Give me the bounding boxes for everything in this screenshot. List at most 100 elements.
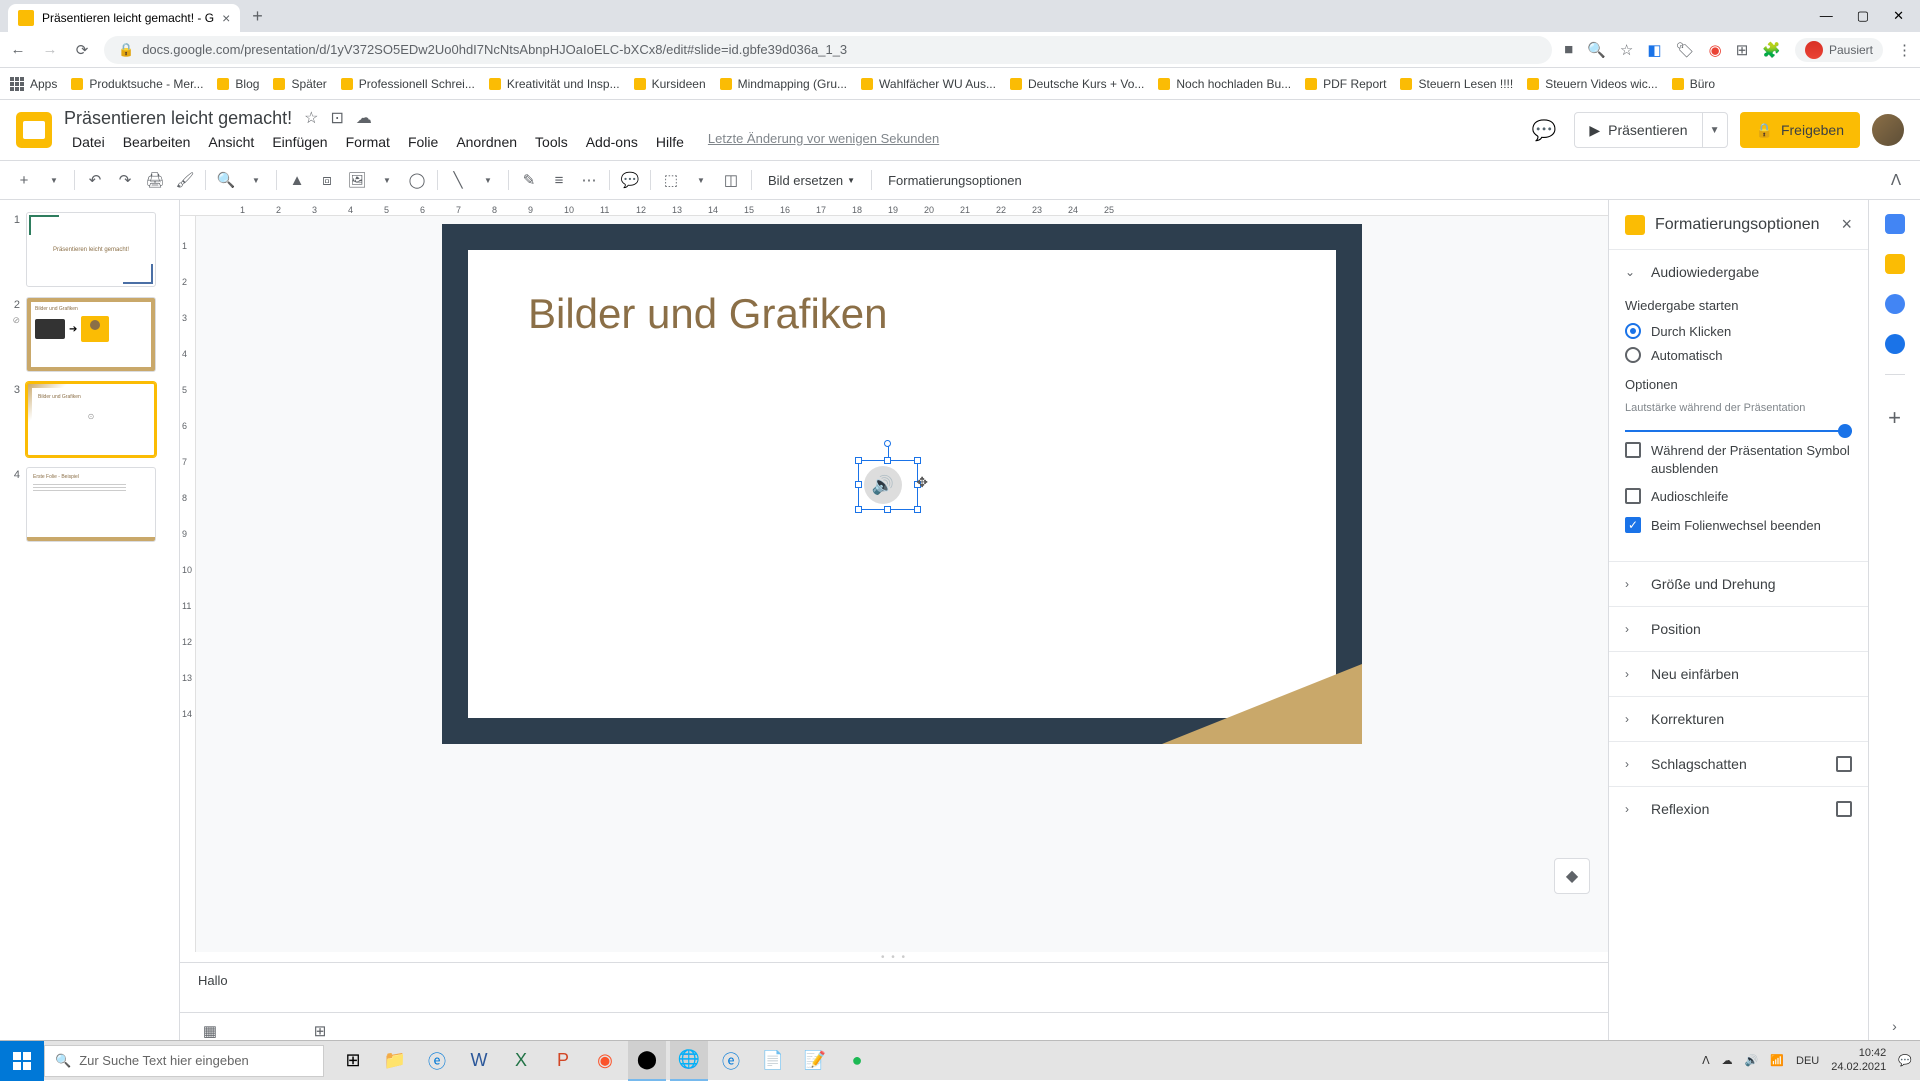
chevron-down-icon[interactable]: ▼	[40, 166, 68, 194]
thumbnail-2[interactable]: 2⊘ Bilder und Grafiken ➔	[8, 297, 171, 372]
zoom-icon[interactable]: 🔍	[212, 166, 240, 194]
bookmark-item[interactable]: Produktsuche - Mer...	[71, 77, 203, 91]
checkbox-stop-on-change[interactable]: Beim Folienwechsel beenden	[1625, 517, 1852, 535]
profile-paused[interactable]: Pausiert	[1795, 38, 1883, 62]
chrome-icon[interactable]: 🌐	[670, 1041, 708, 1081]
radio-on-click[interactable]: Durch Klicken	[1625, 323, 1852, 339]
address-bar[interactable]: 🔒 docs.google.com/presentation/d/1yV372S…	[104, 36, 1552, 64]
word-icon[interactable]: W	[460, 1041, 498, 1081]
paint-format-icon[interactable]: 🖌	[171, 166, 199, 194]
notes-resize-handle[interactable]: • • •	[180, 952, 1608, 962]
new-slide-button[interactable]: +	[10, 166, 38, 194]
chrome-menu-icon[interactable]: ⋮	[1897, 41, 1912, 59]
menu-help[interactable]: Hilfe	[648, 131, 692, 153]
text-box-icon[interactable]: ⧈	[313, 166, 341, 194]
menu-arrange[interactable]: Anordnen	[448, 131, 525, 153]
present-dropdown[interactable]: ▼	[1703, 113, 1727, 147]
bookmark-item[interactable]: Noch hochladen Bu...	[1158, 77, 1291, 91]
explorer-icon[interactable]: 📁	[376, 1041, 414, 1081]
chevron-down-icon[interactable]: ▼	[242, 166, 270, 194]
thumbnail-3[interactable]: 3 Bilder und Grafiken ⊙	[8, 382, 171, 457]
grid-view-icon[interactable]: ⊞	[310, 1023, 330, 1039]
bookmark-item[interactable]: Mindmapping (Gru...	[720, 77, 847, 91]
cloud-saved-icon[interactable]: ☁	[356, 108, 372, 128]
collapse-toolbar-icon[interactable]: ᐱ	[1882, 166, 1910, 194]
bookmark-item[interactable]: PDF Report	[1305, 77, 1386, 91]
menu-addons[interactable]: Add-ons	[578, 131, 646, 153]
reload-icon[interactable]: ⟳	[72, 41, 92, 59]
comments-icon[interactable]: 💬	[1526, 112, 1562, 148]
bookmark-item[interactable]: Steuern Videos wic...	[1527, 77, 1658, 91]
filmstrip-view-icon[interactable]: ▦	[200, 1023, 220, 1039]
radio-automatic[interactable]: Automatisch	[1625, 347, 1852, 363]
wifi-icon[interactable]: 📶	[1770, 1054, 1784, 1067]
redo-icon[interactable]: ↷	[111, 166, 139, 194]
menu-tools[interactable]: Tools	[527, 131, 576, 153]
extension-icon-4[interactable]: ⊞	[1736, 41, 1749, 59]
spotify-icon[interactable]: ●	[838, 1041, 876, 1081]
browser-tab[interactable]: Präsentieren leicht gemacht! - G ×	[8, 4, 240, 32]
vertical-ruler[interactable]: 1234567891011121314	[180, 216, 196, 952]
maximize-icon[interactable]: ▢	[1857, 8, 1869, 24]
checkbox-hide-icon[interactable]: Während der Präsentation Symbol ausblend…	[1625, 442, 1852, 478]
menu-slide[interactable]: Folie	[400, 131, 446, 153]
speaker-notes[interactable]: Hallo	[180, 962, 1608, 1012]
undo-icon[interactable]: ↶	[81, 166, 109, 194]
close-window-icon[interactable]: ✕	[1893, 8, 1904, 24]
slides-logo-icon[interactable]	[16, 112, 52, 148]
notifications-icon[interactable]: 💬	[1898, 1054, 1912, 1067]
extensions-menu-icon[interactable]: 🧩	[1762, 41, 1781, 59]
bookmark-item[interactable]: Blog	[217, 77, 259, 91]
border-color-icon[interactable]: ✎	[515, 166, 543, 194]
app-icon-2[interactable]: 📝	[796, 1041, 834, 1081]
recolor-section[interactable]: ›Neu einfärben	[1609, 652, 1868, 696]
replace-image-button[interactable]: Bild ersetzen▼	[758, 173, 865, 188]
explore-button[interactable]: ◆	[1554, 858, 1590, 894]
powerpoint-icon[interactable]: P	[544, 1041, 582, 1081]
back-icon[interactable]: ←	[8, 41, 28, 58]
zoom-icon[interactable]: 🔍	[1587, 41, 1606, 59]
comment-add-icon[interactable]: 💬	[616, 166, 644, 194]
extension-icon-3[interactable]: ◉	[1709, 41, 1722, 59]
crop-icon[interactable]: ⬚	[657, 166, 685, 194]
obs-icon[interactable]: ⬤	[628, 1041, 666, 1081]
bookmark-item[interactable]: Deutsche Kurs + Vo...	[1010, 77, 1144, 91]
shape-icon[interactable]: ◯	[403, 166, 431, 194]
star-outline-icon[interactable]: ☆	[304, 108, 318, 128]
border-dash-icon[interactable]: ⋯	[575, 166, 603, 194]
bookmark-item[interactable]: Büro	[1672, 77, 1715, 91]
share-button[interactable]: 🔒 Freigeben	[1740, 112, 1860, 148]
menu-format[interactable]: Format	[338, 131, 398, 153]
tray-chevron-icon[interactable]: ᐱ	[1702, 1054, 1710, 1067]
position-section[interactable]: ›Position	[1609, 607, 1868, 651]
close-sidebar-icon[interactable]: ×	[1841, 214, 1852, 235]
select-tool-icon[interactable]: ▲	[283, 166, 311, 194]
edge-icon[interactable]: ⓔ	[712, 1041, 750, 1081]
volume-icon[interactable]: 🔊	[1745, 1054, 1759, 1067]
language-indicator[interactable]: DEU	[1796, 1055, 1819, 1067]
bookmark-item[interactable]: Später	[273, 77, 326, 91]
checkbox-icon[interactable]	[1836, 801, 1852, 817]
collapse-rail-icon[interactable]: ›	[1892, 1018, 1897, 1034]
edge-legacy-icon[interactable]: ⓔ	[418, 1041, 456, 1081]
audio-playback-section[interactable]: ⌄ Audiowiedergabe	[1609, 250, 1868, 294]
start-button[interactable]	[0, 1041, 44, 1081]
border-weight-icon[interactable]: ≡	[545, 166, 573, 194]
print-icon[interactable]: 🖨	[141, 166, 169, 194]
task-view-icon[interactable]: ⊞	[334, 1041, 372, 1081]
bookmark-item[interactable]: Steuern Lesen !!!!	[1400, 77, 1513, 91]
add-addon-icon[interactable]: +	[1888, 405, 1901, 431]
thumbnail-4[interactable]: 4 Erste Folie - Beispiel	[8, 467, 171, 542]
tasks-icon[interactable]	[1885, 294, 1905, 314]
extension-icon[interactable]: ◧	[1647, 41, 1661, 59]
close-tab-icon[interactable]: ×	[222, 10, 230, 26]
corrections-section[interactable]: ›Korrekturen	[1609, 697, 1868, 741]
bookmark-item[interactable]: Kursideen	[634, 77, 706, 91]
volume-slider[interactable]	[1625, 430, 1852, 432]
taskbar-search[interactable]: 🔍 Zur Suche Text hier eingeben	[44, 1045, 324, 1077]
image-icon[interactable]: 🖼	[343, 166, 371, 194]
new-tab-button[interactable]: +	[252, 6, 263, 27]
slide-title-text[interactable]: Bilder und Grafiken	[528, 290, 1276, 338]
chevron-down-icon[interactable]: ▼	[687, 166, 715, 194]
menu-insert[interactable]: Einfügen	[264, 131, 335, 153]
